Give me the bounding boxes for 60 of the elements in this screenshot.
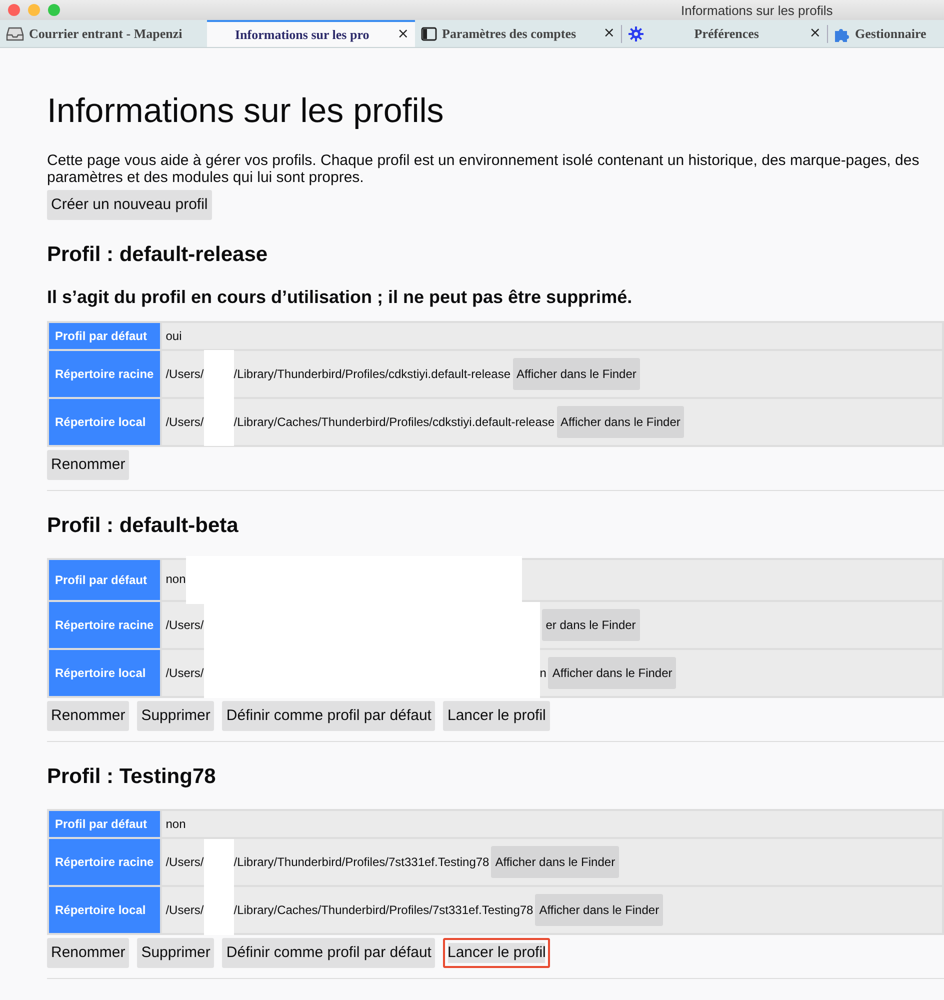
tab[interactable]: Préférences × [622, 20, 827, 47]
close-icon[interactable]: × [603, 23, 615, 44]
row-label: Profil par défaut [49, 322, 160, 349]
profile-notice: Il s’agit du profil en cours d’utilisation ; il ne peut pas être supprimé. [47, 286, 634, 309]
profile-action-button[interactable]: Définir comme profil par défaut [222, 938, 436, 968]
path-text: /Users/ [166, 666, 204, 680]
inbox-icon [6, 26, 24, 40]
row-label: Répertoire racine [49, 602, 160, 648]
row-label: Répertoire local [49, 650, 160, 696]
show-in-finder-button[interactable]: Afficher dans le Finder [491, 846, 620, 878]
profile-action-button[interactable]: Lancer le profil [443, 700, 550, 731]
path-text: n [540, 666, 546, 680]
show-in-finder-button[interactable]: Afficher dans le Finder [535, 894, 664, 926]
show-in-finder-button[interactable]: Afficher dans le Finder [548, 656, 676, 689]
path-text: non [166, 816, 186, 831]
path-text: /Library/Thunderbird/Profiles/cdkstiyi.default-release [234, 366, 511, 381]
window-title: Informations sur les profils [681, 2, 833, 20]
path-text: non [166, 572, 186, 586]
show-in-finder-button[interactable]: er dans le Finder [542, 608, 640, 641]
path-text: /Users/ [166, 618, 204, 632]
minimize-window-button[interactable] [28, 4, 40, 16]
path-text: /Users/ [166, 366, 204, 381]
row-label: Profil par défaut [49, 560, 160, 600]
profile-title: Profil : Testing78 [47, 764, 217, 789]
row-label: Profil par défaut [49, 810, 160, 837]
path-text: /Library/Thunderbird/Profiles/7st331ef.Testing78 [234, 854, 490, 869]
row-label: Répertoire racine [49, 350, 160, 397]
tab[interactable]: Gestionnaire [828, 20, 944, 47]
create-profile-button[interactable]: Créer un nouveau profil [47, 190, 212, 220]
profile-action-button[interactable]: Renommer [47, 938, 130, 968]
path-text: /Users/ [166, 902, 204, 917]
show-in-finder-button[interactable]: Afficher dans le Finder [512, 358, 640, 390]
intro-text: Cette page vous aide à gérer vos profils. Chaque profil est un environnement isolé contenant un historique, des marque-pages, des paramètres et des modules qui lui sont propres. [47, 152, 920, 186]
row-label: Répertoire local [49, 886, 160, 933]
gear-icon [628, 26, 644, 42]
panel-icon [421, 26, 437, 40]
profile-action-button[interactable]: Lancer le profil [443, 938, 550, 968]
profile-title: Profil : default-release [47, 242, 269, 267]
profile-title: Profil : default-beta [47, 512, 240, 538]
path-text: /Library/Caches/Thunderbird/Profiles/7st331ef.Testing78 [234, 902, 534, 917]
close-icon[interactable]: × [809, 23, 821, 44]
show-in-finder-button[interactable]: Afficher dans le Finder [556, 406, 684, 438]
row-label: Répertoire local [49, 398, 160, 445]
profile-action-button[interactable]: Renommer [47, 700, 130, 731]
close-icon[interactable]: × [397, 24, 409, 45]
profile-action-button[interactable]: Renommer [47, 450, 130, 480]
row-label: Répertoire racine [49, 838, 160, 885]
profile-action-button[interactable]: Supprimer [137, 938, 214, 968]
tab[interactable]: Paramètres des comptes × [415, 20, 621, 47]
profile-action-button[interactable]: Supprimer [137, 700, 214, 731]
path-text: /Users/ [166, 854, 204, 869]
page-heading: Informations sur les profils [47, 91, 445, 132]
tab[interactable]: Informations sur les pro × [207, 20, 415, 47]
path-text: /Library/Caches/Thunderbird/Profiles/cdkstiyi.default-release [234, 414, 555, 429]
close-window-button[interactable] [8, 4, 20, 16]
path-text: oui [166, 328, 182, 343]
tab[interactable]: Courrier entrant - Mapenzi [0, 20, 207, 47]
zoom-window-button[interactable] [48, 4, 60, 16]
path-text: /Users/ [166, 414, 204, 429]
profile-action-button[interactable]: Définir comme profil par défaut [222, 700, 436, 731]
